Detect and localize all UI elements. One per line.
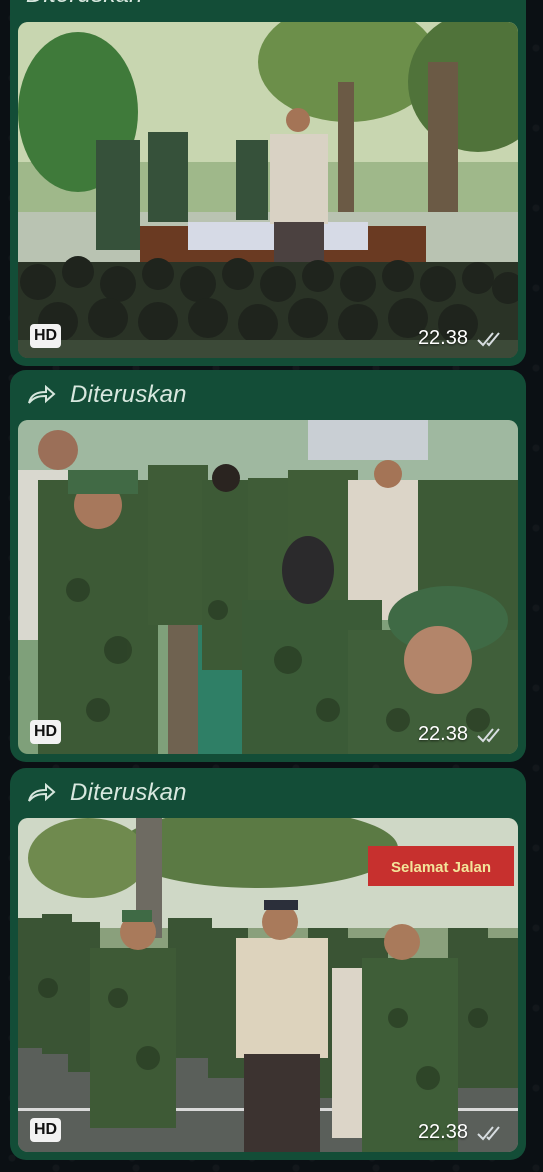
hd-badge: HD [30,1118,62,1142]
forwarded-header: Diteruskan [26,778,187,808]
forwarded-photo-message[interactable]: Diteruskan [10,370,526,762]
message-time: 22.38 [417,723,468,745]
photo-thumbnail[interactable]: HD 22.38 [18,420,518,754]
forwarded-photo-message[interactable]: Diteruskan [10,0,526,366]
double-check-icon [477,331,500,346]
hd-badge: HD [30,324,62,348]
photo-image [18,420,518,754]
photo-image: Selamat Jalan [18,818,518,1152]
forward-arrow-icon [28,783,56,802]
message-meta: 22.38 [418,723,506,746]
photo-thumbnail[interactable]: Selamat Jalan HD 22.38 [18,818,518,1152]
hd-badge: HD [30,720,62,744]
photo-image [18,22,518,358]
forwarded-header: Diteruskan [26,0,143,10]
forwarded-label: Diteruskan [70,779,187,806]
double-check-icon [477,1125,500,1140]
message-time: 22.38 [417,1121,468,1143]
forwarded-photo-message[interactable]: Diteruskan Selamat Jalan HD 22.38 [10,768,526,1160]
double-check-icon [477,727,500,742]
photo-thumbnail[interactable]: HD 22.38 [18,22,518,358]
forwarded-header: Diteruskan [26,380,187,410]
selamat-jalan-sign: Selamat Jalan [391,859,491,876]
message-time: 22.38 [417,327,468,349]
forward-arrow-icon [28,385,56,404]
forwarded-label: Diteruskan [70,381,187,408]
forwarded-label: Diteruskan [26,0,143,9]
message-meta: 22.38 [418,1121,506,1144]
message-meta: 22.38 [418,327,506,350]
